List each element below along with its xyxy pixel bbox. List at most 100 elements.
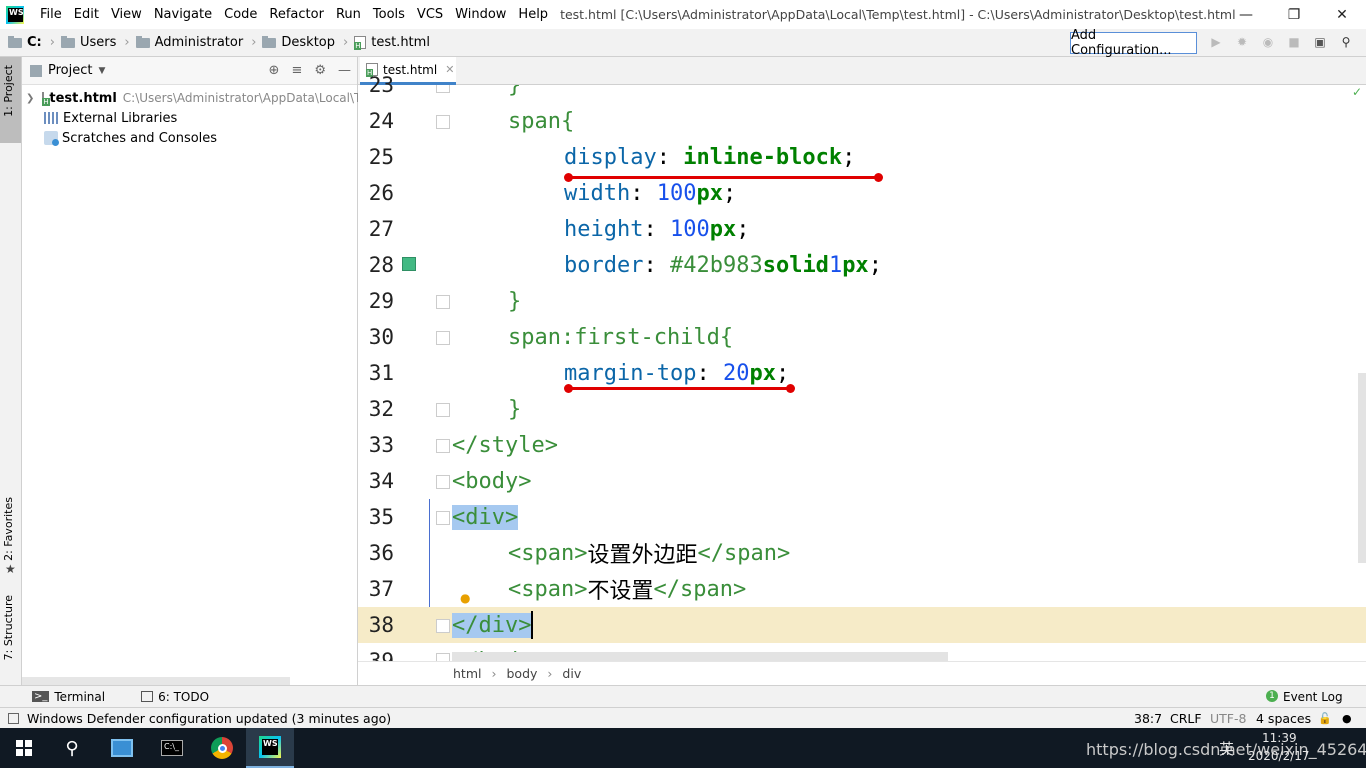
locate-icon[interactable]: ⊕ (269, 63, 280, 78)
minimize-button[interactable]: — (1222, 0, 1270, 29)
menu-edit[interactable]: Edit (68, 0, 105, 29)
webstorm-taskbar-icon[interactable]: WS (246, 728, 294, 768)
line-number: 23 (368, 73, 394, 97)
menu-vcs[interactable]: VCS (411, 0, 449, 29)
run-icon[interactable]: ▶ (1208, 34, 1224, 50)
file-encoding[interactable]: UTF-8 (1210, 711, 1246, 726)
fold-marker[interactable] (436, 295, 450, 309)
indent-setting[interactable]: 4 spaces (1256, 711, 1311, 726)
red-dot-annotation (564, 173, 573, 182)
fold-marker[interactable] (436, 653, 450, 661)
collapse-icon[interactable]: ≡ (291, 63, 302, 78)
line-number: 28 (368, 253, 394, 277)
line-number: 33 (368, 433, 394, 457)
fold-marker[interactable] (436, 439, 450, 453)
menu-view[interactable]: View (105, 0, 148, 29)
fold-marker[interactable] (436, 475, 450, 489)
clock-time[interactable]: 11:39 (1262, 731, 1297, 745)
chevron-down-icon[interactable]: ▼ (98, 66, 105, 76)
code-property: border (564, 252, 644, 278)
event-log-tab[interactable]: Event Log (1283, 690, 1343, 704)
code-brace: } (508, 85, 522, 98)
crumb-file[interactable]: test.html (354, 35, 430, 50)
tree-item-scratches[interactable]: Scratches and Consoles (22, 128, 357, 148)
code-tag: </span> (697, 540, 791, 566)
code-editor[interactable]: } span{ display: inline-block; width: 10… (452, 85, 1366, 661)
debug-icon[interactable]: ✹ (1234, 34, 1250, 50)
crumb-users[interactable]: Users (60, 35, 116, 50)
breadcrumb-div[interactable]: div (562, 666, 581, 681)
menu-file[interactable]: File (34, 0, 68, 29)
breadcrumb-body[interactable]: body (506, 666, 537, 681)
line-number: 27 (368, 217, 394, 241)
stop-icon[interactable]: ■ (1286, 34, 1302, 50)
project-structure-icon[interactable]: ▣ (1312, 34, 1328, 50)
fold-marker[interactable] (436, 619, 450, 633)
code-value: inline-block (683, 144, 843, 170)
tree-item-test-html[interactable]: ❯ test.html C:\Users\Administrator\AppDa… (22, 88, 361, 108)
menu-code[interactable]: Code (218, 0, 263, 29)
menu-refactor[interactable]: Refactor (263, 0, 330, 29)
folder-icon (8, 35, 22, 48)
tree-item-external-libraries[interactable]: External Libraries (22, 108, 357, 128)
maximize-button[interactable]: ❐ (1270, 0, 1318, 29)
close-tab-icon[interactable]: ✕ (445, 63, 454, 76)
add-configuration-button[interactable]: Add Configuration... (1070, 28, 1197, 58)
coverage-icon[interactable]: ◉ (1260, 34, 1276, 50)
favorites-tool-button[interactable]: 2: Favorites (2, 497, 15, 561)
editor-breadcrumb: html › body › div (358, 661, 1366, 685)
menu-window[interactable]: Window (449, 0, 512, 29)
gear-icon[interactable]: ⚙ (314, 63, 326, 78)
fold-marker[interactable] (436, 403, 450, 417)
code-brace: } (508, 396, 522, 422)
editor-vertical-scrollbar[interactable] (1358, 373, 1366, 563)
lock-icon[interactable]: 🔓 (1318, 712, 1332, 725)
code-property: display (564, 144, 657, 170)
project-pane-title[interactable]: Project (48, 63, 92, 78)
line-number: 26 (368, 181, 394, 205)
terminal-tab[interactable]: Terminal (54, 690, 105, 704)
red-underline-annotation (568, 387, 790, 390)
ime-indicator[interactable]: 英 (1219, 738, 1234, 759)
menu-navigate[interactable]: Navigate (148, 0, 218, 29)
menu-help[interactable]: Help (512, 0, 554, 29)
project-tool-button[interactable]: 1: Project (2, 65, 15, 117)
todo-tab[interactable]: 6: TODO (158, 690, 209, 704)
search-icon[interactable]: ⚲ (48, 728, 96, 768)
bulb-icon[interactable]: ● (460, 591, 470, 605)
fold-marker[interactable] (436, 85, 450, 93)
inspector-icon[interactable]: ● (1342, 712, 1352, 725)
hide-icon[interactable]: — (338, 63, 351, 78)
fold-marker[interactable] (436, 331, 450, 345)
red-dot-annotation (874, 173, 883, 182)
start-button[interactable] (0, 728, 48, 768)
caret-position[interactable]: 38:7 (1134, 711, 1162, 726)
structure-tool-button[interactable]: 7: Structure (2, 595, 15, 660)
editor-horizontal-scrollbar[interactable] (452, 652, 948, 661)
fold-markers (436, 85, 450, 661)
menu-tools[interactable]: Tools (367, 0, 411, 29)
clock-date[interactable]: 2020/2/17 (1248, 749, 1310, 763)
breadcrumb-html[interactable]: html (453, 666, 481, 681)
event-log-icon: 1 (1266, 690, 1278, 702)
control-panel-icon[interactable] (98, 728, 146, 768)
fold-marker[interactable] (436, 115, 450, 129)
red-underline-annotation (568, 176, 878, 179)
chrome-icon[interactable] (198, 728, 246, 768)
webstorm-logo-icon[interactable] (6, 5, 24, 24)
search-icon[interactable]: ⚲ (1338, 34, 1354, 50)
chevron-right-icon[interactable]: ❯ (26, 93, 34, 104)
crumb-administrator[interactable]: Administrator (135, 35, 243, 50)
menu-run[interactable]: Run (330, 0, 367, 29)
crumb-drive[interactable]: C: (8, 35, 42, 50)
line-separator[interactable]: CRLF (1170, 711, 1202, 726)
fold-marker[interactable] (436, 511, 450, 525)
color-swatch[interactable] (402, 257, 416, 271)
cmd-icon[interactable]: C:\_ (148, 728, 196, 768)
status-message[interactable]: Windows Defender configuration updated (… (27, 711, 391, 726)
horizontal-scrollbar[interactable] (22, 677, 290, 685)
close-button[interactable]: ✕ (1318, 0, 1366, 29)
status-message-icon[interactable] (8, 712, 19, 724)
left-tool-strip: 1: Project 2: Favorites ★ 7: Structure (0, 57, 22, 685)
crumb-desktop[interactable]: Desktop (262, 35, 335, 50)
